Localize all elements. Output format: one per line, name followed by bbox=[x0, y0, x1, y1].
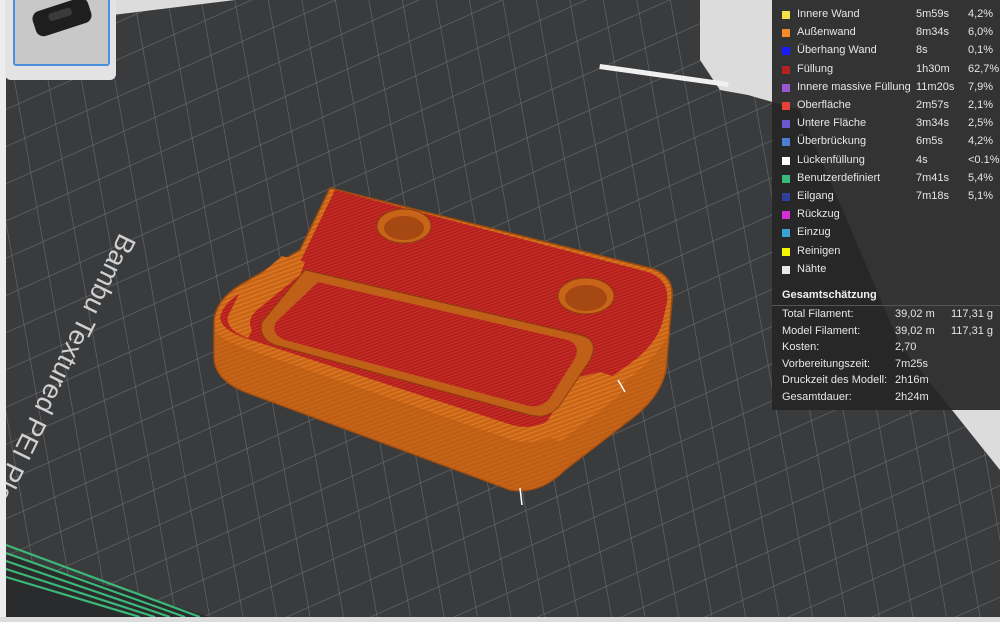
estimate-row: Gesamtdauer: 2h24m bbox=[772, 390, 1000, 406]
legend-feature-percent: 4,2% bbox=[968, 8, 994, 20]
legend-feature-percent: 2,5% bbox=[968, 117, 994, 130]
legend-feature-percent: 6,0% bbox=[968, 26, 994, 39]
legend-row[interactable]: Einzug bbox=[772, 224, 1000, 242]
legend-feature-time: 6m5s bbox=[916, 135, 943, 148]
legend-feature-time: 5m59s bbox=[916, 8, 950, 20]
legend-feature-time: 4s bbox=[916, 153, 928, 166]
legend-feature-name: Füllung bbox=[797, 62, 834, 75]
legend-row[interactable]: Innere massive Füllung 11m20s 7,9% bbox=[772, 79, 1000, 97]
legend-feature-percent: 2,1% bbox=[968, 99, 994, 111]
plate-thumbnail-panel bbox=[5, 0, 116, 80]
estimate-label: Vorbereitungszeit: bbox=[782, 357, 871, 370]
estimate-value: 7m25s bbox=[895, 357, 929, 370]
estimate-divider bbox=[772, 305, 1000, 306]
legend-feature-name: Innere Wand bbox=[797, 8, 860, 20]
legend-row[interactable]: Innere Wand 5m59s 4,2% bbox=[772, 6, 1000, 24]
legend-feature-name: Überhang Wand bbox=[797, 44, 877, 57]
estimate-row: Total Filament: 39,02 m 117,31 g bbox=[772, 307, 1000, 323]
estimate-value: 39,02 m bbox=[895, 308, 935, 320]
estimate-label: Gesamtdauer: bbox=[782, 390, 852, 403]
slice-legend-panel: Innere Wand 5m59s 4,2% Außenwand 8m34s 6,0% Üb… bbox=[772, 0, 1000, 410]
legend-color-swatch bbox=[782, 211, 790, 220]
estimate-label: Druckzeit des Modell: bbox=[782, 374, 888, 386]
legend-color-swatch bbox=[782, 174, 790, 183]
legend-feature-name: Innere massive Füllung bbox=[797, 80, 911, 93]
legend-color-swatch bbox=[782, 11, 790, 19]
legend-feature-percent: 62,7% bbox=[968, 62, 1000, 75]
legend-row[interactable]: Nähte bbox=[772, 261, 1000, 279]
legend-feature-time: 2m57s bbox=[916, 99, 950, 111]
plate-thumbnail[interactable] bbox=[13, 0, 110, 66]
legend-feature-time: 7m18s bbox=[916, 190, 950, 202]
estimate-row: Vorbereitungszeit: 7m25s bbox=[772, 357, 1000, 373]
legend-feature-name: Einzug bbox=[797, 226, 831, 239]
legend-row[interactable]: Überbrückung 6m5s 4,2% bbox=[772, 133, 1000, 151]
estimate-value: 2h16m bbox=[895, 374, 929, 386]
legend-feature-percent: 5,1% bbox=[968, 190, 994, 202]
legend-feature-name: Rückzug bbox=[797, 208, 840, 221]
legend-color-swatch bbox=[782, 193, 790, 201]
legend-color-swatch bbox=[782, 229, 790, 238]
estimate-label: Model Filament: bbox=[782, 324, 861, 337]
legend-color-swatch bbox=[782, 102, 790, 110]
legend-feature-percent: 0,1% bbox=[968, 44, 994, 57]
legend-feature-name: Untere Fläche bbox=[797, 117, 867, 130]
estimate-title: Gesamtschätzung bbox=[782, 289, 877, 301]
legend-color-swatch bbox=[782, 29, 790, 38]
estimate-extra-value: 117,31 g bbox=[951, 324, 994, 337]
legend-feature-time: 11m20s bbox=[916, 80, 955, 93]
legend-color-swatch bbox=[782, 265, 790, 274]
estimate-value: 2,70 bbox=[895, 341, 917, 353]
estimate-extra-value: 117,31 g bbox=[951, 308, 994, 320]
legend-feature-name: Überbrückung bbox=[797, 135, 867, 148]
legend-row[interactable]: Reinigen bbox=[772, 243, 1000, 261]
estimate-row: Model Filament: 39,02 m 117,31 g bbox=[772, 324, 1000, 340]
legend-color-swatch bbox=[782, 47, 790, 56]
estimate-row: Druckzeit des Modell: 2h16m bbox=[772, 373, 1000, 389]
legend-feature-name: Nähte bbox=[797, 262, 827, 275]
legend-feature-name: Eilgang bbox=[797, 190, 834, 202]
legend-feature-percent: 7,9% bbox=[968, 80, 994, 93]
legend-feature-time: 3m34s bbox=[916, 117, 950, 130]
legend-row[interactable]: Füllung 1h30m 62,7% bbox=[772, 61, 1000, 79]
legend-feature-name: Benutzerdefiniert bbox=[797, 171, 881, 184]
legend-feature-name: Lückenfüllung bbox=[797, 153, 865, 166]
estimate-value: 39,02 m bbox=[895, 324, 935, 337]
legend-row[interactable]: Lückenfüllung 4s <0.1% bbox=[772, 152, 1000, 170]
legend-feature-time: 8s bbox=[916, 44, 928, 57]
legend-row[interactable]: Rückzug bbox=[772, 206, 1000, 224]
legend-feature-time: 7m41s bbox=[916, 171, 950, 184]
legend-feature-time: 8m34s bbox=[916, 26, 950, 39]
legend-color-swatch bbox=[782, 138, 790, 147]
legend-color-swatch bbox=[782, 247, 790, 256]
model-thumbnail-icon bbox=[32, 0, 92, 37]
legend-color-swatch bbox=[782, 156, 790, 165]
legend-color-swatch bbox=[782, 83, 790, 92]
legend-color-swatch bbox=[782, 120, 790, 129]
legend-feature-percent: 4,2% bbox=[968, 135, 994, 148]
estimate-row: Kosten: 2,70 bbox=[772, 340, 1000, 356]
legend-color-swatch bbox=[782, 65, 790, 74]
legend-row[interactable]: Eilgang 7m18s 5,1% bbox=[772, 188, 1000, 206]
left-panel-edge bbox=[0, 0, 6, 617]
estimate-label: Kosten: bbox=[782, 341, 820, 353]
legend-feature-name: Außenwand bbox=[797, 26, 856, 39]
estimate-value: 2h24m bbox=[895, 390, 929, 403]
legend-feature-name: Oberfläche bbox=[797, 99, 851, 111]
legend-feature-percent: <0.1% bbox=[968, 153, 1000, 166]
legend-feature-time: 1h30m bbox=[916, 62, 950, 75]
legend-row[interactable]: Benutzerdefiniert 7m41s 5,4% bbox=[772, 170, 1000, 188]
estimate-label: Total Filament: bbox=[782, 308, 854, 320]
legend-row[interactable]: Überhang Wand 8s 0,1% bbox=[772, 42, 1000, 60]
legend-feature-name: Reinigen bbox=[797, 244, 841, 257]
legend-feature-percent: 5,4% bbox=[968, 171, 994, 184]
legend-row[interactable]: Außenwand 8m34s 6,0% bbox=[772, 24, 1000, 42]
legend-row[interactable]: Untere Fläche 3m34s 2,5% bbox=[772, 115, 1000, 133]
legend-row[interactable]: Oberfläche 2m57s 2,1% bbox=[772, 97, 1000, 115]
